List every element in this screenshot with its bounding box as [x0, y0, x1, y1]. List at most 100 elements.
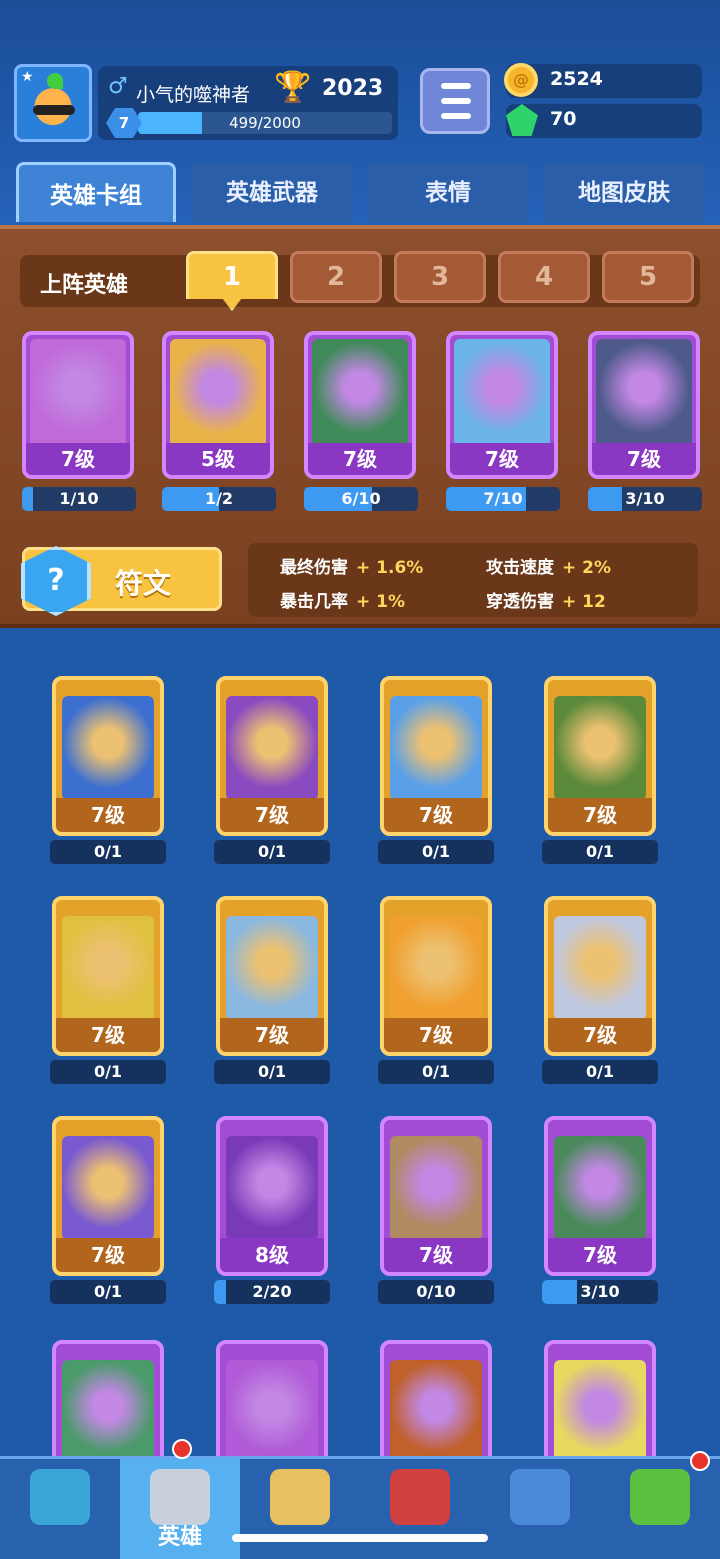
deck-slot-3[interactable]: 3 [394, 251, 486, 303]
progress-text: 0/1 [257, 1062, 287, 1081]
progress-text: 0/1 [585, 842, 615, 861]
hero-portrait [62, 1136, 154, 1240]
progress-text: 0/1 [93, 1282, 123, 1301]
top-bar: ★ ♂ 小气的噬神者 🏆 2023 499/2000 7 @ 2524 70 英… [0, 0, 720, 225]
nav-item-treasure-chest[interactable] [0, 1459, 120, 1559]
collection-hero-card[interactable]: 7级 [52, 676, 164, 836]
collection-hero-card[interactable]: 7级 [544, 1116, 656, 1276]
trophy-count: 2023 [322, 76, 384, 101]
xp-bar: 499/2000 [138, 112, 392, 134]
stat-pierce-damage: 穿透伤害 + 12 [486, 592, 606, 612]
rune-button[interactable]: ? 符文 [21, 546, 222, 616]
collection-hero-card[interactable]: 8级 [216, 1116, 328, 1276]
menu-button[interactable] [420, 68, 490, 134]
progress-text: 2/20 [252, 1282, 292, 1301]
hero-portrait [30, 339, 126, 447]
hero-card-progress: 1/10 [22, 487, 136, 511]
hero-card-progress: 6/10 [304, 487, 418, 511]
hero-portrait [62, 696, 154, 800]
hero-portrait [390, 1136, 482, 1240]
collection-hero-card[interactable]: 7级 [216, 896, 328, 1056]
nav-item-knight-helmet[interactable]: 英雄 [120, 1459, 240, 1559]
hero-portrait [390, 696, 482, 800]
sprout-island-icon [630, 1469, 690, 1525]
tab-hero-deck[interactable]: 英雄卡组 [16, 162, 176, 222]
collection-hero-card[interactable]: 7级 [380, 1116, 492, 1276]
hero-level: 7级 [592, 443, 696, 475]
collection-hero-card[interactable]: 7级 [544, 896, 656, 1056]
deck-hero-card[interactable]: 7级 [22, 331, 134, 479]
tab-map-skins[interactable]: 地图皮肤 [544, 162, 704, 222]
hero-level: 7级 [548, 1018, 652, 1052]
crown-shield-icon [390, 1469, 450, 1525]
progress-text: 1/2 [204, 489, 234, 508]
collection-hero-card[interactable]: 7级 [52, 1116, 164, 1276]
trophy-icon: 🏆 [274, 70, 312, 105]
collection-hero-card[interactable]: 7级 [544, 676, 656, 836]
nav-item-crown-shield[interactable] [360, 1459, 480, 1559]
hero-level: 5级 [166, 443, 270, 475]
deck-panel: 上阵英雄 1 2 3 4 5 7级 1/10 5级 1/2 7级 6/10 7级 7/10 7级… [0, 225, 720, 628]
hamburger-icon [441, 98, 471, 104]
hero-portrait [390, 1360, 482, 1464]
hero-card-progress: 0/10 [378, 1280, 494, 1304]
coin-amount: 2524 [550, 68, 603, 90]
hero-card-progress: 7/10 [446, 487, 560, 511]
nav-item-sprout-island[interactable] [600, 1459, 720, 1559]
hero-card-progress: 0/1 [542, 1060, 658, 1084]
hero-portrait [226, 916, 318, 1020]
player-level-badge: 7 [106, 108, 142, 138]
hero-portrait [390, 916, 482, 1020]
coin-counter[interactable]: @ 2524 [504, 63, 702, 98]
tab-hero-weapons[interactable]: 英雄武器 [192, 162, 352, 222]
progress-text: 3/10 [625, 489, 665, 508]
collection-hero-card[interactable]: 7级 [380, 896, 492, 1056]
hero-level: 7级 [384, 798, 488, 832]
progress-text: 7/10 [483, 489, 523, 508]
bottom-nav: 英雄 [0, 1439, 720, 1559]
hero-portrait [226, 1136, 318, 1240]
deck-slot-4[interactable]: 4 [498, 251, 590, 303]
deck-slot-5[interactable]: 5 [602, 251, 694, 303]
progress-text: 0/10 [416, 1282, 456, 1301]
nav-item-crossed-swords[interactable] [240, 1459, 360, 1559]
deck-title: 上阵英雄 [40, 273, 129, 298]
progress-text: 0/1 [257, 842, 287, 861]
tab-emotes[interactable]: 表情 [368, 162, 528, 222]
rune-gem-icon: ? [21, 546, 91, 616]
collection-hero-card[interactable]: 7级 [216, 676, 328, 836]
hero-portrait [226, 1360, 318, 1464]
hero-card-progress: 0/1 [378, 840, 494, 864]
knight-helmet-icon [150, 1469, 210, 1525]
hero-card-progress: 3/10 [542, 1280, 658, 1304]
nav-item-friends-banner[interactable] [480, 1459, 600, 1559]
deck-hero-card[interactable]: 7级 [588, 331, 700, 479]
progress-text: 0/1 [585, 1062, 615, 1081]
hero-level: 7级 [308, 443, 412, 475]
hero-card-progress: 0/1 [50, 840, 166, 864]
hero-portrait [554, 916, 646, 1020]
hero-level: 7级 [56, 1238, 160, 1272]
collection-hero-card[interactable]: 7级 [380, 676, 492, 836]
deck-hero-card[interactable]: 7级 [304, 331, 416, 479]
collection-hero-card[interactable]: 7级 [52, 896, 164, 1056]
hero-level: 8级 [220, 1238, 324, 1272]
friends-banner-icon [510, 1469, 570, 1525]
player-avatar[interactable]: ★ [14, 64, 92, 142]
hero-card-progress: 0/1 [214, 840, 330, 864]
deck-slot-2[interactable]: 2 [290, 251, 382, 303]
stat-final-damage: 最终伤害 + 1.6% [280, 558, 424, 578]
coin-icon: @ [504, 63, 538, 97]
rune-stats: 最终伤害 + 1.6% 攻击速度 + 2% 暴击几率 + 1% 穿透伤害 + 12 [248, 543, 698, 617]
deck-hero-card[interactable]: 5级 [162, 331, 274, 479]
hero-card-progress: 0/1 [50, 1280, 166, 1304]
star-icon: ★ [21, 69, 34, 85]
stat-crit-rate: 暴击几率 + 1% [280, 592, 406, 612]
gem-counter[interactable]: 70 [506, 104, 702, 138]
progress-text: 0/1 [93, 1062, 123, 1081]
crossed-swords-icon [270, 1469, 330, 1525]
male-gender-icon: ♂ [108, 74, 128, 99]
progress-text: 6/10 [341, 489, 381, 508]
deck-hero-card[interactable]: 7级 [446, 331, 558, 479]
hero-level: 7级 [220, 1018, 324, 1052]
